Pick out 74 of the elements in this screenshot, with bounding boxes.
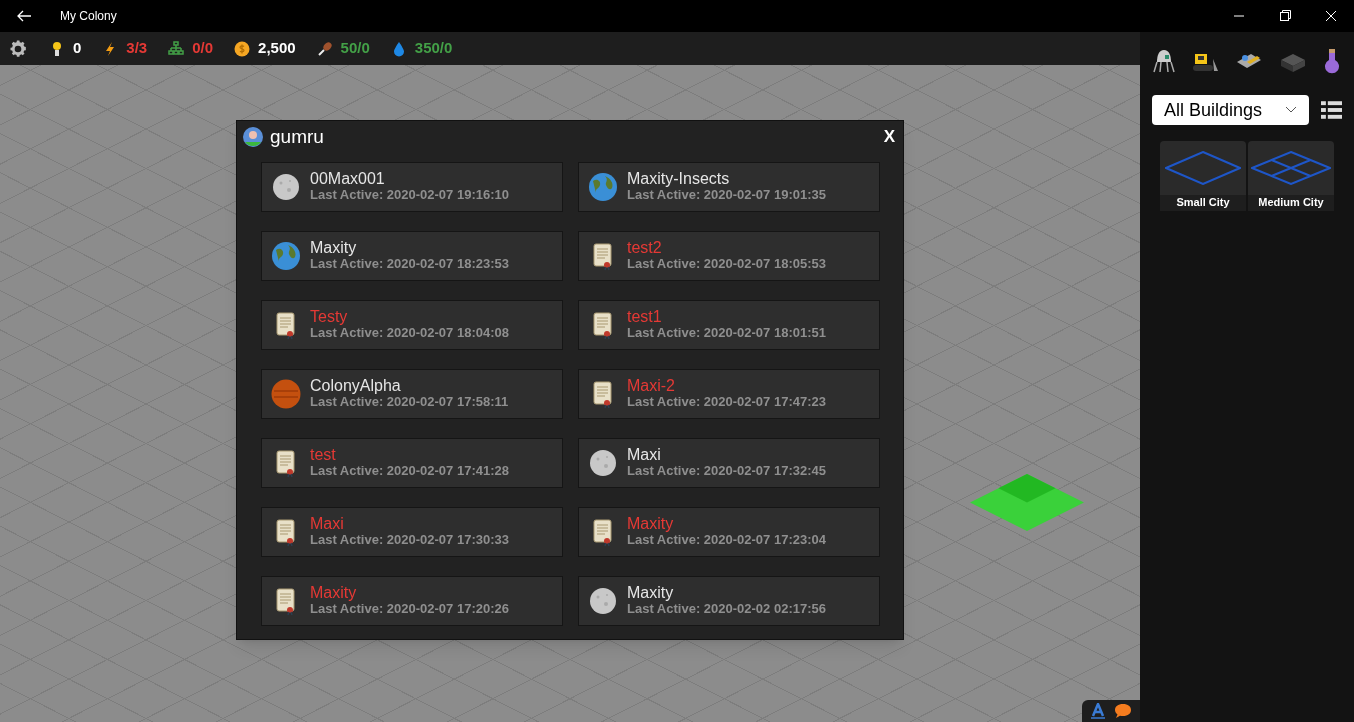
planet-icon bbox=[588, 172, 618, 202]
resource-value: 50/0 bbox=[340, 38, 370, 59]
colony-name: Maxi-2 bbox=[627, 378, 676, 394]
colony-name: 00Max001 bbox=[310, 171, 386, 187]
colony-card[interactable]: Maxity Last Active: 2020-02-02 02:17:56 bbox=[578, 576, 880, 626]
colony-card[interactable]: Testy Last Active: 2020-02-07 18:04:08 bbox=[261, 300, 563, 350]
colony-name: Maxity bbox=[310, 240, 358, 256]
chat-bubble-icon[interactable] bbox=[1113, 703, 1132, 719]
building-tile[interactable]: Small City bbox=[1160, 141, 1246, 211]
close-button[interactable]: X bbox=[883, 124, 895, 150]
drumstick-icon bbox=[316, 40, 333, 57]
last-active-text: Last Active: 2020-02-07 17:58:11 bbox=[310, 394, 509, 410]
colony-name: test1 bbox=[627, 309, 663, 325]
colony-card[interactable]: test2 Last Active: 2020-02-07 18:05:53 bbox=[578, 231, 880, 281]
last-active-text: Last Active: 2020-02-07 18:05:53 bbox=[627, 256, 826, 272]
resource-value: 0 bbox=[73, 38, 82, 59]
dialog-title: gumru bbox=[270, 124, 324, 149]
resource-value: 350/0 bbox=[414, 38, 453, 59]
resource-value: 2,500 bbox=[258, 38, 296, 59]
network-icon bbox=[168, 40, 185, 57]
colony-name: test bbox=[310, 447, 337, 463]
colony-card[interactable]: Maxity Last Active: 2020-02-07 17:20:26 bbox=[261, 576, 563, 626]
building-name: Small City bbox=[1160, 195, 1246, 211]
last-active-text: Last Active: 2020-02-07 17:41:28 bbox=[310, 463, 509, 479]
colony-card[interactable]: Maxi-2 Last Active: 2020-02-07 17:47:23 bbox=[578, 369, 880, 419]
window-title: My Colony bbox=[60, 8, 117, 24]
last-active-text: Last Active: 2020-02-07 17:32:45 bbox=[627, 463, 826, 479]
settings-icon[interactable] bbox=[8, 38, 28, 59]
last-active-text: Last Active: 2020-02-07 19:01:35 bbox=[627, 187, 826, 203]
letter-a-icon[interactable] bbox=[1090, 703, 1105, 719]
colony-card[interactable]: Maxity Last Active: 2020-02-07 17:23:04 bbox=[578, 507, 880, 557]
colony-card[interactable]: test1 Last Active: 2020-02-07 18:01:51 bbox=[578, 300, 880, 350]
colony-name: Maxity-Insects bbox=[627, 171, 731, 187]
colony-name: Maxity bbox=[310, 585, 358, 601]
diamond-grid-icon bbox=[1251, 151, 1331, 185]
last-active-text: Last Active: 2020-02-07 18:01:51 bbox=[627, 325, 826, 341]
last-active-text: Last Active: 2020-02-07 19:16:10 bbox=[310, 187, 509, 203]
last-active-text: Last Active: 2020-02-07 17:20:26 bbox=[310, 601, 509, 617]
last-active-text: Last Active: 2020-02-07 17:47:23 bbox=[627, 394, 826, 410]
building-tile[interactable]: Medium City bbox=[1248, 141, 1334, 211]
colony-card[interactable]: test Last Active: 2020-02-07 17:41:28 bbox=[261, 438, 563, 488]
planet-icon bbox=[271, 241, 301, 271]
moon-icon bbox=[588, 448, 618, 478]
colony-name: Testy bbox=[310, 309, 349, 325]
building-name: Medium City bbox=[1248, 195, 1334, 211]
colony-card[interactable]: Maxi Last Active: 2020-02-07 17:30:33 bbox=[261, 507, 563, 557]
last-active-text: Last Active: 2020-02-07 17:23:04 bbox=[627, 532, 826, 548]
planet-icon bbox=[271, 379, 301, 409]
building-filter-dropdown[interactable]: All Buildings bbox=[1152, 95, 1309, 125]
colony-name: Maxi bbox=[310, 516, 345, 532]
colony-card[interactable]: 00Max001 Last Active: 2020-02-07 19:16:10 bbox=[261, 162, 563, 212]
back-arrow-icon[interactable] bbox=[16, 8, 32, 24]
resource-value: 3/3 bbox=[126, 38, 148, 59]
list-view-icon[interactable] bbox=[1320, 101, 1342, 119]
last-active-text: Last Active: 2020-02-02 02:17:56 bbox=[627, 601, 826, 617]
moon-icon bbox=[588, 586, 618, 616]
chevron-down-icon bbox=[1284, 106, 1297, 114]
colony-card[interactable]: ColonyAlpha Last Active: 2020-02-07 17:58:11 bbox=[261, 369, 563, 419]
colony-name: test2 bbox=[627, 240, 663, 256]
last-active-text: Last Active: 2020-02-07 18:04:08 bbox=[310, 325, 509, 341]
colony-name: Maxity bbox=[627, 585, 675, 601]
last-active-text: Last Active: 2020-02-07 17:30:33 bbox=[310, 532, 509, 548]
moon-icon bbox=[271, 172, 301, 202]
colony-name: Maxi bbox=[627, 447, 662, 463]
colony-name: Maxity bbox=[627, 516, 675, 532]
colony-name: ColonyAlpha bbox=[310, 378, 402, 394]
last-active-text: Last Active: 2020-02-07 18:23:53 bbox=[310, 256, 509, 272]
colony-card[interactable]: Maxi Last Active: 2020-02-07 17:32:45 bbox=[578, 438, 880, 488]
resource-value: 0/0 bbox=[192, 38, 214, 59]
colony-card[interactable]: Maxity Last Active: 2020-02-07 18:23:53 bbox=[261, 231, 563, 281]
coin-icon bbox=[234, 40, 251, 57]
diamond-grid-icon bbox=[1165, 151, 1241, 185]
colony-card[interactable]: Maxity-Insects Last Active: 2020-02-07 19:01:35 bbox=[578, 162, 880, 212]
avatar-icon bbox=[243, 127, 263, 147]
